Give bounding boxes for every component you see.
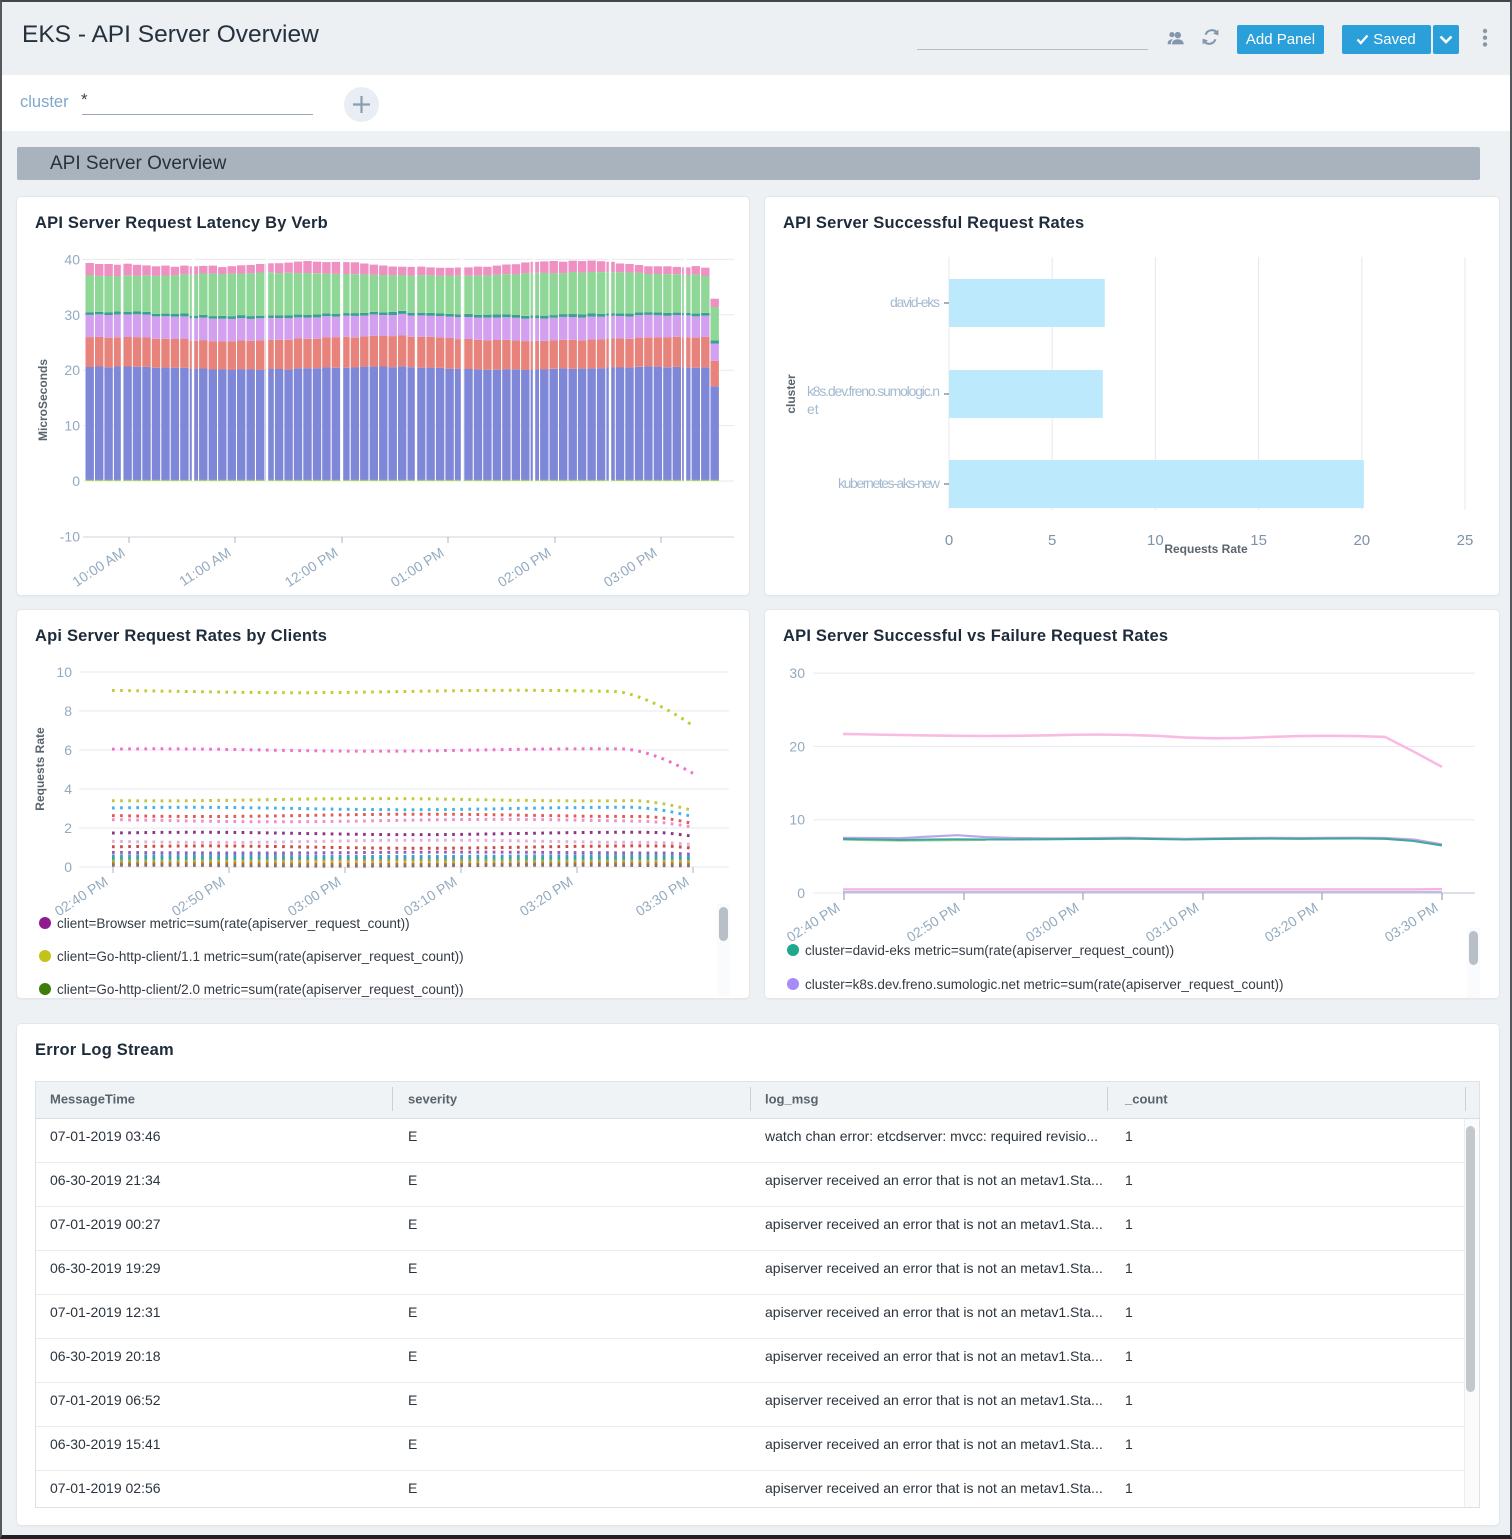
svg-text:10: 10 — [64, 418, 80, 434]
svg-text:client=Browser metric=sum(rate: client=Browser metric=sum(rate(apiserver… — [57, 916, 410, 931]
svg-text:cluster: cluster — [784, 374, 798, 414]
svg-text:0: 0 — [72, 473, 80, 489]
svg-text:01:00 PM: 01:00 PM — [388, 544, 447, 590]
svg-text:02:50 PM: 02:50 PM — [904, 899, 963, 945]
svg-text:30: 30 — [64, 307, 80, 323]
svg-text:02:40 PM: 02:40 PM — [784, 899, 843, 945]
svg-text:10:00 AM: 10:00 AM — [69, 544, 127, 590]
svg-text:cluster=k8s.dev.freno.sumologi: cluster=k8s.dev.freno.sumologic.net metr… — [805, 977, 1283, 992]
svg-text:10: 10 — [789, 812, 805, 828]
svg-text:02:00 PM: 02:00 PM — [495, 544, 554, 590]
svg-text:03:00 PM: 03:00 PM — [285, 873, 344, 919]
svg-text:12:00 PM: 12:00 PM — [282, 544, 341, 590]
svg-text:02:50 PM: 02:50 PM — [169, 873, 228, 919]
svg-text:k8s.dev.freno.sumologic.n: k8s.dev.freno.sumologic.n — [807, 383, 940, 399]
svg-text:2: 2 — [64, 820, 72, 836]
svg-text:03:20 PM: 03:20 PM — [517, 873, 576, 919]
svg-text:-10: -10 — [60, 528, 80, 544]
svg-text:20: 20 — [1353, 532, 1370, 549]
svg-text:0: 0 — [945, 532, 953, 549]
svg-text:5: 5 — [1048, 532, 1056, 549]
svg-text:03:10 PM: 03:10 PM — [401, 873, 460, 919]
svg-text:03:20 PM: 03:20 PM — [1262, 899, 1321, 945]
svg-text:20: 20 — [789, 738, 805, 754]
svg-text:0: 0 — [64, 859, 72, 875]
svg-text:Requests Rate: Requests Rate — [1164, 542, 1248, 556]
svg-text:30: 30 — [789, 665, 805, 681]
svg-text:20: 20 — [64, 362, 80, 378]
svg-text:03:00 PM: 03:00 PM — [601, 544, 660, 590]
svg-text:03:30 PM: 03:30 PM — [633, 873, 692, 919]
svg-text:03:10 PM: 03:10 PM — [1143, 899, 1202, 945]
svg-text:cluster=david-eks metric=sum(r: cluster=david-eks metric=sum(rate(apiser… — [805, 943, 1174, 958]
svg-text:11:00 AM: 11:00 AM — [176, 544, 233, 589]
svg-text:40: 40 — [64, 251, 80, 267]
svg-text:client=Go-http-client/2.0 metr: client=Go-http-client/2.0 metric=sum(rat… — [57, 982, 464, 997]
svg-text:client=Go-http-client/1.1 metr: client=Go-http-client/1.1 metric=sum(rat… — [57, 949, 464, 964]
svg-text:03:00 PM: 03:00 PM — [1023, 899, 1082, 945]
svg-text:4: 4 — [64, 781, 72, 797]
svg-text:MicroSeconds: MicroSeconds — [36, 359, 50, 441]
svg-text:et: et — [807, 401, 819, 417]
svg-text:kubernetes-aks-new: kubernetes-aks-new — [838, 475, 941, 491]
svg-text:8: 8 — [64, 703, 72, 719]
svg-text:Requests Rate: Requests Rate — [33, 727, 47, 811]
svg-text:david-eks: david-eks — [890, 294, 940, 310]
svg-text:0: 0 — [797, 885, 805, 901]
svg-text:6: 6 — [64, 742, 72, 758]
svg-text:15: 15 — [1250, 532, 1267, 549]
svg-text:10: 10 — [56, 664, 72, 680]
svg-text:10: 10 — [1147, 532, 1164, 549]
svg-text:02:40 PM: 02:40 PM — [52, 873, 111, 919]
svg-text:25: 25 — [1457, 532, 1474, 549]
svg-text:03:30 PM: 03:30 PM — [1382, 899, 1441, 945]
